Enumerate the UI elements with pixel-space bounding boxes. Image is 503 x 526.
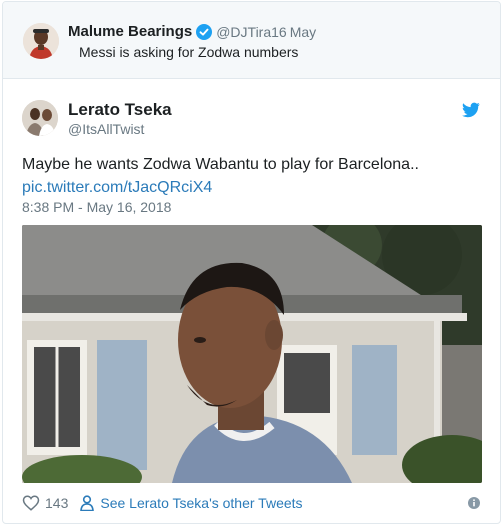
author-handle[interactable]: @ItsAllTwist: [68, 121, 144, 137]
info-icon[interactable]: [468, 497, 480, 509]
like-count[interactable]: 143: [45, 495, 68, 511]
quoted-parent-tweet[interactable]: Malume Bearings @DJTira16 May Messi is a…: [3, 2, 500, 79]
author-avatar[interactable]: [22, 100, 58, 136]
parent-date: May: [289, 23, 317, 40]
tweet-timestamp[interactable]: 8:38 PM - May 16, 2018: [22, 199, 171, 215]
heart-icon[interactable]: [22, 494, 40, 512]
twitter-bird-icon[interactable]: [462, 102, 480, 118]
tweet-video-media[interactable]: [22, 225, 482, 483]
tweet-media-link[interactable]: pic.twitter.com/tJacQRciX4: [22, 176, 482, 199]
tweet-actions: 143 See Lerato Tseka's other Tweets: [22, 493, 303, 513]
person-icon[interactable]: [80, 495, 95, 511]
tweet-text: Maybe he wants Zodwa Wabantu to play for…: [22, 153, 482, 199]
parent-author-name[interactable]: Malume Bearings: [68, 23, 192, 40]
author-name[interactable]: Lerato Tseka: [68, 100, 172, 120]
parent-avatar[interactable]: [23, 23, 59, 59]
verified-badge-icon: [196, 23, 213, 40]
see-other-tweets-link[interactable]: See Lerato Tseka's other Tweets: [100, 495, 302, 511]
embedded-tweet-card: Malume Bearings @DJTira16 May Messi is a…: [2, 1, 501, 524]
parent-author-handle[interactable]: @DJTira16: [216, 24, 287, 40]
parent-tweet-text: Messi is asking for Zodwa numbers: [79, 44, 299, 60]
tweet-body: Maybe he wants Zodwa Wabantu to play for…: [22, 156, 419, 173]
